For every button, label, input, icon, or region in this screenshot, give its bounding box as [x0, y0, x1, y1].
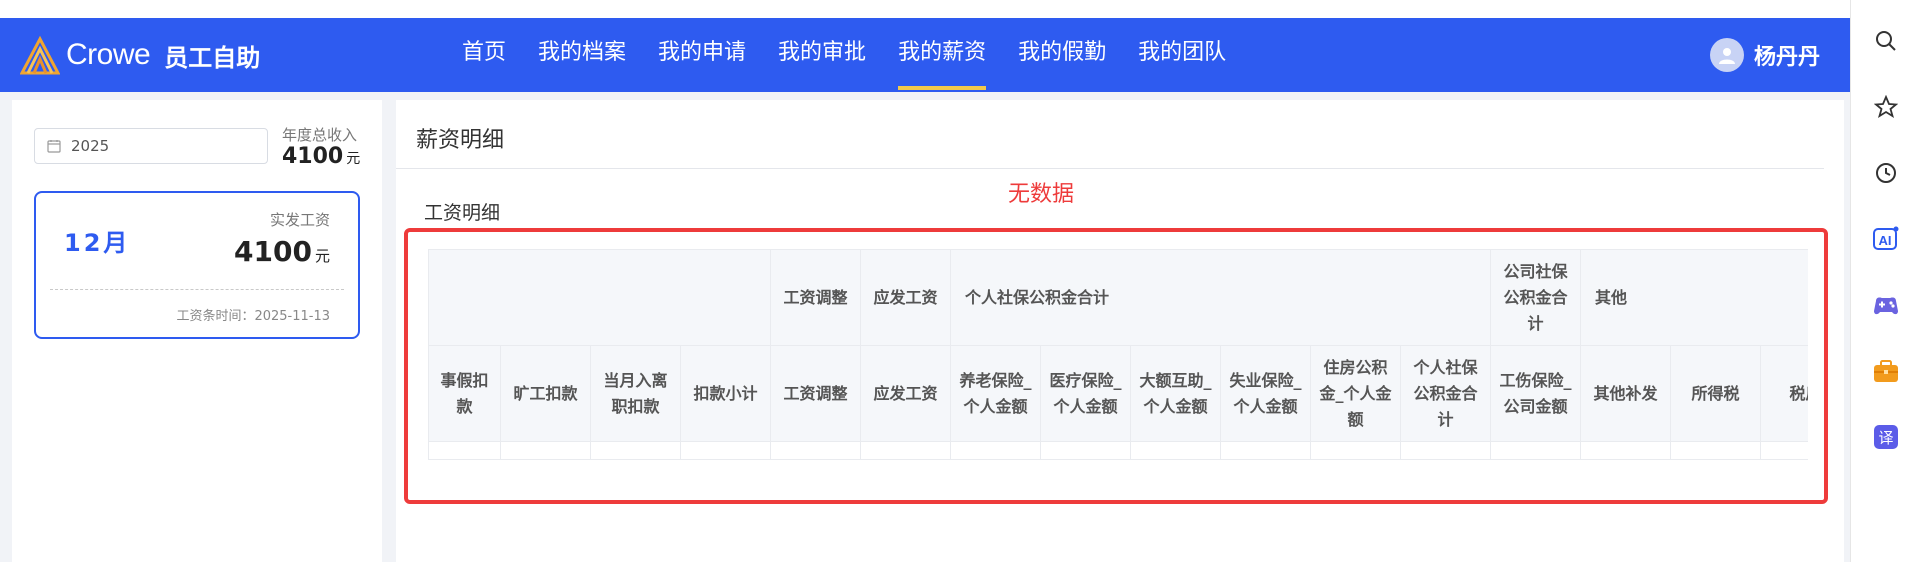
svg-text:译: 译	[1878, 429, 1893, 447]
column-header[interactable]: 养老保险_个人金额	[950, 345, 1041, 442]
column-header[interactable]: 个人社保公积金合计	[1399, 345, 1492, 442]
annual-income-value: 4100	[282, 144, 344, 169]
salary-detail-panel: 薪资明细 无数据 工资明细 工资调整 应发工资 个人社保公积金合计 公司社保公积…	[396, 100, 1844, 562]
svg-text:AI: AI	[1879, 233, 1892, 248]
month-salary-card[interactable]: 12月 实发工资 4100 元 工资条时间：2025-11-13	[34, 191, 360, 339]
crowe-logo-icon	[20, 35, 60, 75]
actual-pay: 4100 元	[234, 235, 330, 268]
salary-table-scroll[interactable]: 工资调整 应发工资 个人社保公积金合计 公司社保公积金合计 其他 事假扣款 旷工…	[428, 249, 1808, 463]
nav-applications[interactable]: 我的申请	[658, 18, 746, 92]
nav-attendance[interactable]: 我的假勤	[1018, 18, 1106, 92]
nav-profile[interactable]: 我的档案	[538, 18, 626, 92]
star-icon[interactable]	[1871, 92, 1901, 122]
browser-side-rail: AI 译	[1850, 0, 1919, 562]
column-header[interactable]: 事假扣款	[428, 345, 501, 442]
history-icon[interactable]	[1871, 158, 1901, 188]
group-header-gross-pay: 应发工资	[860, 249, 951, 346]
calendar-icon	[47, 140, 61, 153]
annual-income: 4100 元	[282, 144, 360, 169]
user-icon	[1718, 48, 1735, 64]
year-picker[interactable]: 2025	[34, 128, 268, 164]
actual-pay-label: 实发工资	[269, 211, 330, 229]
avatar[interactable]	[1709, 38, 1744, 72]
ai-icon[interactable]: AI	[1871, 224, 1901, 254]
translate-icon[interactable]: 译	[1871, 422, 1901, 452]
column-header[interactable]: 工资调整	[770, 345, 861, 442]
column-header[interactable]: 扣款小计	[680, 345, 771, 442]
salary-table: 工资调整 应发工资 个人社保公积金合计 公司社保公积金合计 其他 事假扣款 旷工…	[428, 249, 1808, 460]
card-divider	[50, 289, 344, 290]
group-header-salary-adjust: 工资调整	[770, 249, 861, 346]
month-label: 12月	[64, 229, 131, 257]
section-title: 工资明细	[424, 202, 501, 224]
group-header-company-insurance: 公司社保公积金合计	[1490, 249, 1582, 346]
nav-salary[interactable]: 我的薪资	[898, 18, 987, 92]
slip-time: 工资条时间：2025-11-13	[176, 309, 330, 324]
nav-team[interactable]: 我的团队	[1138, 18, 1226, 92]
search-icon[interactable]	[1871, 26, 1901, 56]
browser-bookmark-strip	[0, 0, 1850, 18]
game-icon[interactable]	[1871, 290, 1901, 320]
nav-approvals[interactable]: 我的审批	[778, 18, 866, 92]
column-header[interactable]: 其他补发	[1580, 345, 1672, 442]
group-header-personal-insurance: 个人社保公积金合计	[949, 249, 1492, 346]
highlight-frame: 工资调整 应发工资 个人社保公积金合计 公司社保公积金合计 其他 事假扣款 旷工…	[404, 228, 1828, 504]
title-divider	[396, 168, 1824, 169]
page-title: 薪资明细	[416, 128, 505, 153]
user-menu[interactable]: 杨丹丹	[1709, 38, 1820, 72]
actual-pay-unit: 元	[314, 247, 330, 265]
user-name: 杨丹丹	[1753, 45, 1820, 70]
year-value: 2025	[71, 137, 110, 155]
column-header[interactable]: 旷工扣款	[500, 345, 591, 442]
annual-income-label: 年度总收入	[282, 126, 358, 144]
actual-pay-value: 4100	[234, 235, 312, 268]
logo-text: Crowe	[66, 38, 151, 71]
column-header[interactable]: 所得税	[1670, 345, 1762, 442]
main-nav: 首页 我的档案 我的申请 我的审批 我的薪资 我的假勤 我的团队	[462, 18, 1258, 92]
column-header[interactable]: 大额互助_个人金额	[1130, 345, 1221, 442]
salary-summary-panel: 2025 年度总收入 4100 元 12月 实发工资 4100 元 工资条时间：20…	[12, 100, 382, 562]
column-header[interactable]: 医疗保险_个人金额	[1040, 345, 1131, 442]
group-header-blank	[428, 249, 771, 346]
currency-unit: 元	[346, 151, 361, 167]
group-header-other: 其他	[1580, 249, 1808, 346]
crowe-logo[interactable]: Crowe 员工自助	[20, 32, 260, 78]
no-data-annotation: 无数据	[1008, 182, 1075, 207]
column-header[interactable]: 应发工资	[860, 345, 951, 442]
column-header[interactable]: 住房公积金_个人金额	[1310, 345, 1401, 442]
app-header: Crowe 员工自助 首页 我的档案 我的申请 我的审批 我的薪资 我的假勤 我…	[0, 18, 1850, 92]
column-header[interactable]: 税后	[1760, 345, 1808, 442]
column-header[interactable]: 工伤保险_公司金额	[1490, 345, 1582, 442]
nav-home[interactable]: 首页	[462, 18, 506, 92]
app-name: 员工自助	[164, 43, 261, 72]
toolbox-icon[interactable]	[1871, 356, 1901, 386]
table-row	[428, 441, 1808, 460]
column-header[interactable]: 失业保险_个人金额	[1220, 345, 1311, 442]
column-header[interactable]: 当月入离职扣款	[590, 345, 681, 442]
